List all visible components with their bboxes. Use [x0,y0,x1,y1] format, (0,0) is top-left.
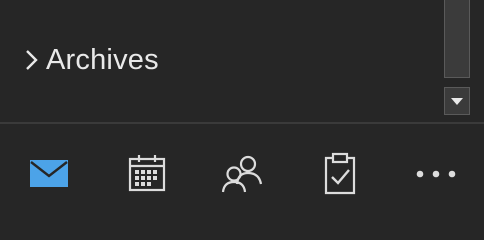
scrollbar[interactable] [440,0,474,122]
nav-more-button[interactable] [406,146,466,202]
tasks-icon [324,152,356,195]
nav-tasks-button[interactable] [310,146,370,202]
chevron-right-icon [22,47,40,73]
nav-mail-button[interactable] [19,146,79,202]
calendar-icon [128,155,166,192]
mail-icon [30,160,68,187]
module-nav-bar [0,124,484,224]
nav-calendar-button[interactable] [117,146,177,202]
scroll-down-button[interactable] [444,87,470,115]
caret-down-icon [451,98,463,105]
folder-pane: Archives [0,0,484,122]
more-icon [416,170,456,178]
people-icon [221,155,263,193]
folder-item-archives[interactable]: Archives [22,40,159,80]
nav-people-button[interactable] [212,146,272,202]
folder-label: Archives [46,43,159,76]
scrollbar-thumb[interactable] [444,0,470,78]
